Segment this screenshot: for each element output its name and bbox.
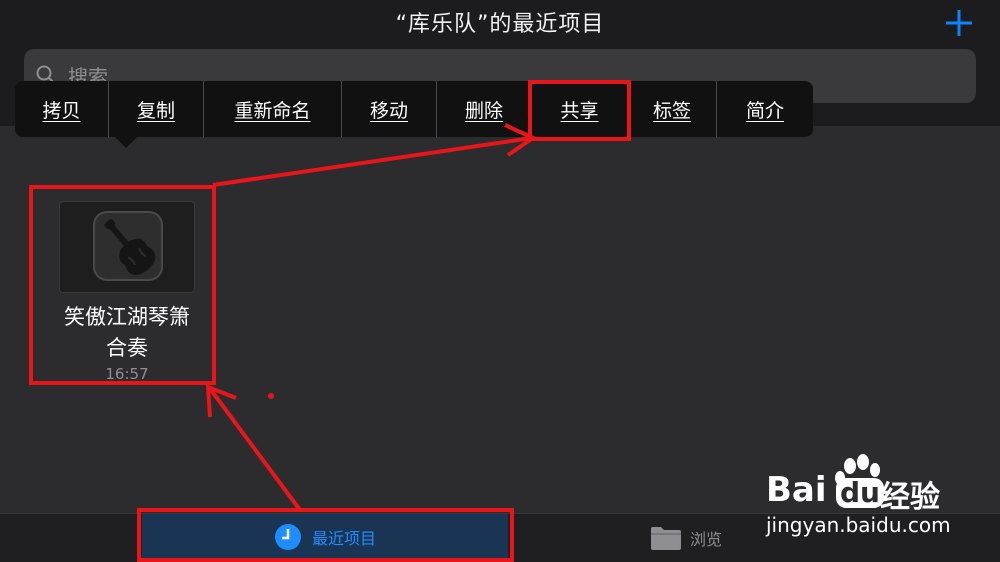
watermark-brand-cn: 经验: [880, 480, 940, 515]
watermark-brand-a: Bai: [766, 470, 827, 510]
watermark-url: jingyan.baidu.com: [766, 513, 951, 537]
watermark-brand-b: du: [836, 478, 884, 508]
